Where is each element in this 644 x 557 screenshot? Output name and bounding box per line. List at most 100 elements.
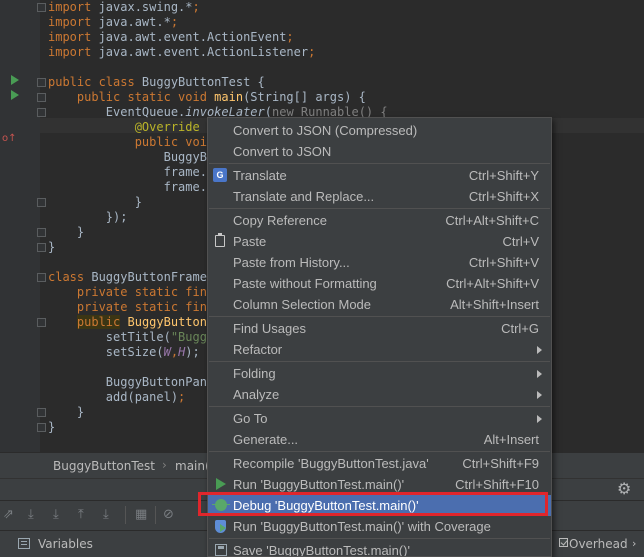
evaluate-expression-icon[interactable]: ▦ (135, 508, 147, 522)
menu-item-copy-reference[interactable]: Copy Reference Ctrl+Alt+Shift+C (208, 210, 551, 231)
code-token: @Override (134, 120, 200, 134)
menu-separator (209, 406, 550, 407)
fold-marker[interactable] (37, 423, 46, 432)
menu-item-recompile-buggybuttontest-java[interactable]: Recompile 'BuggyButtonTest.java' Ctrl+Shi… (208, 453, 551, 474)
menu-item-shortcut: Ctrl+Alt+Shift+C (445, 213, 539, 228)
run-main-gutter-icon[interactable] (11, 90, 19, 100)
menu-item-analyze[interactable]: Analyze (208, 384, 551, 405)
menu-item-paste[interactable]: Paste Ctrl+V (208, 231, 551, 252)
code-line[interactable]: public void (48, 135, 214, 150)
submenu-arrow-icon (537, 346, 542, 354)
code-token: import (48, 30, 99, 44)
menu-item-translate-and-replace[interactable]: Translate and Replace... Ctrl+Shift+X (208, 186, 551, 207)
code-line[interactable]: private static fina (48, 285, 214, 300)
editor-gutter[interactable] (0, 0, 40, 452)
gear-icon[interactable]: ⚙ (617, 481, 631, 497)
code-token: } (48, 225, 85, 239)
code-line[interactable]: BuggyButtonPane (48, 375, 214, 390)
code-line[interactable]: import javax.swing.*; (48, 0, 200, 15)
menu-item-generate[interactable]: Generate... Alt+Insert (208, 429, 551, 450)
fold-marker[interactable] (37, 243, 46, 252)
menu-item-label: Recompile 'BuggyButtonTest.java' (233, 456, 429, 471)
code-line[interactable]: import java.awt.*; (48, 15, 178, 30)
fold-marker[interactable] (37, 408, 46, 417)
code-line[interactable]: public static void main(String[] args) { (48, 90, 366, 105)
code-line[interactable]: } (48, 420, 55, 435)
menu-item-translate[interactable]: G Translate Ctrl+Shift+Y (208, 165, 551, 186)
fold-marker[interactable] (37, 228, 46, 237)
menu-separator (209, 208, 550, 209)
code-token: ; (192, 0, 200, 14)
code-token: setSize( (48, 345, 164, 359)
code-line[interactable]: @Override (48, 120, 200, 135)
code-line[interactable]: } (48, 195, 142, 210)
coverage-icon (215, 520, 226, 533)
variables-tab[interactable]: Variables (38, 537, 93, 551)
menu-item-label: Translate (233, 168, 287, 183)
fold-marker[interactable] (37, 78, 46, 87)
menu-item-convert-to-json[interactable]: Convert to JSON (208, 141, 551, 162)
menu-item-paste-without-formatting[interactable]: Paste without Formatting Ctrl+Alt+Shift+V (208, 273, 551, 294)
menu-item-debug-buggybuttontest-main[interactable]: Debug 'BuggyButtonTest.main()' (208, 495, 551, 516)
menu-item-run-buggybuttontest-main[interactable]: Run 'BuggyButtonTest.main()' Ctrl+Shift+F… (208, 474, 551, 495)
code-line[interactable]: setSize(W,H); (48, 345, 200, 360)
mute-breakpoints-icon[interactable]: ⊘ (163, 508, 174, 522)
run-to-cursor-icon[interactable]: ⤓ (103, 508, 109, 522)
code-line[interactable]: BuggyBu (48, 150, 215, 165)
fold-marker[interactable] (37, 273, 46, 282)
fold-marker[interactable] (37, 3, 46, 12)
chevron-right-icon[interactable]: › (632, 537, 636, 551)
step-over-icon[interactable]: ⤓ (28, 508, 34, 522)
override-gutter-icon[interactable]: o↑ (2, 133, 17, 145)
code-line[interactable]: import java.awt.event.ActionListener; (48, 45, 315, 60)
menu-item-convert-to-json-compressed[interactable]: Convert to JSON (Compressed) (208, 120, 551, 141)
menu-item-paste-from-history[interactable]: Paste from History... Ctrl+Shift+V (208, 252, 551, 273)
code-token: frame.s (48, 180, 215, 194)
code-token: private static fina (48, 285, 215, 299)
overhead-checkbox[interactable] (559, 538, 568, 547)
fold-marker[interactable] (37, 108, 46, 117)
code-token: W (163, 345, 171, 359)
step-out-icon[interactable]: ⤒ (78, 508, 84, 522)
code-token: BuggyButtonTest { (141, 75, 265, 89)
menu-item-find-usages[interactable]: Find Usages Ctrl+G (208, 318, 551, 339)
code-token: import (48, 45, 99, 59)
code-line[interactable]: } (48, 240, 55, 255)
menu-item-save-buggybuttontest-main[interactable]: Save 'BuggyButtonTest.main()' (208, 540, 551, 556)
code-line[interactable]: import java.awt.event.ActionEvent; (48, 30, 294, 45)
code-token: BuggyButtonPane (48, 375, 215, 389)
code-line[interactable]: private static fina (48, 300, 214, 315)
run-icon (216, 478, 226, 490)
fold-marker[interactable] (37, 198, 46, 207)
code-token: EventQueue. (48, 105, 186, 119)
code-line[interactable]: frame.s (48, 180, 215, 195)
code-line[interactable]: frame.s (48, 165, 215, 180)
run-class-gutter-icon[interactable] (11, 75, 19, 85)
show-execution-point-icon[interactable]: ⇗ (3, 508, 14, 522)
code-token: BuggyButtonF (127, 315, 215, 329)
code-line[interactable]: } (48, 405, 84, 420)
step-into-icon[interactable]: ⤓ (53, 508, 59, 522)
code-line[interactable]: public BuggyButtonF (48, 315, 214, 330)
menu-item-column-selection-mode[interactable]: Column Selection Mode Alt+Shift+Insert (208, 294, 551, 315)
code-line[interactable]: class BuggyButtonFrame (48, 270, 207, 285)
code-line[interactable]: }); (48, 210, 128, 225)
code-line[interactable]: add(panel); (48, 390, 185, 405)
menu-item-folding[interactable]: Folding (208, 363, 551, 384)
code-token: add(panel) (48, 390, 179, 404)
menu-item-go-to[interactable]: Go To (208, 408, 551, 429)
breadcrumb-class[interactable]: BuggyButtonTest (53, 459, 155, 473)
overhead-label[interactable]: Overhead (569, 537, 628, 551)
menu-item-run-buggybuttontest-main-with-coverage[interactable]: Run 'BuggyButtonTest.main()' with Covera… (208, 516, 551, 537)
editor-context-menu: Convert to JSON (Compressed) Convert to J… (207, 117, 552, 557)
fold-marker[interactable] (37, 93, 46, 102)
toolbar-divider (155, 506, 156, 524)
code-line[interactable]: setTitle("Buggy (48, 330, 214, 345)
code-line[interactable]: } (48, 225, 84, 240)
code-token: public void (48, 135, 215, 149)
code-token: frame.s (48, 165, 215, 179)
fold-marker[interactable] (37, 318, 46, 327)
menu-item-refactor[interactable]: Refactor (208, 339, 551, 360)
code-line[interactable]: public class BuggyButtonTest { (48, 75, 265, 90)
code-token: java.awt.* (98, 15, 171, 29)
